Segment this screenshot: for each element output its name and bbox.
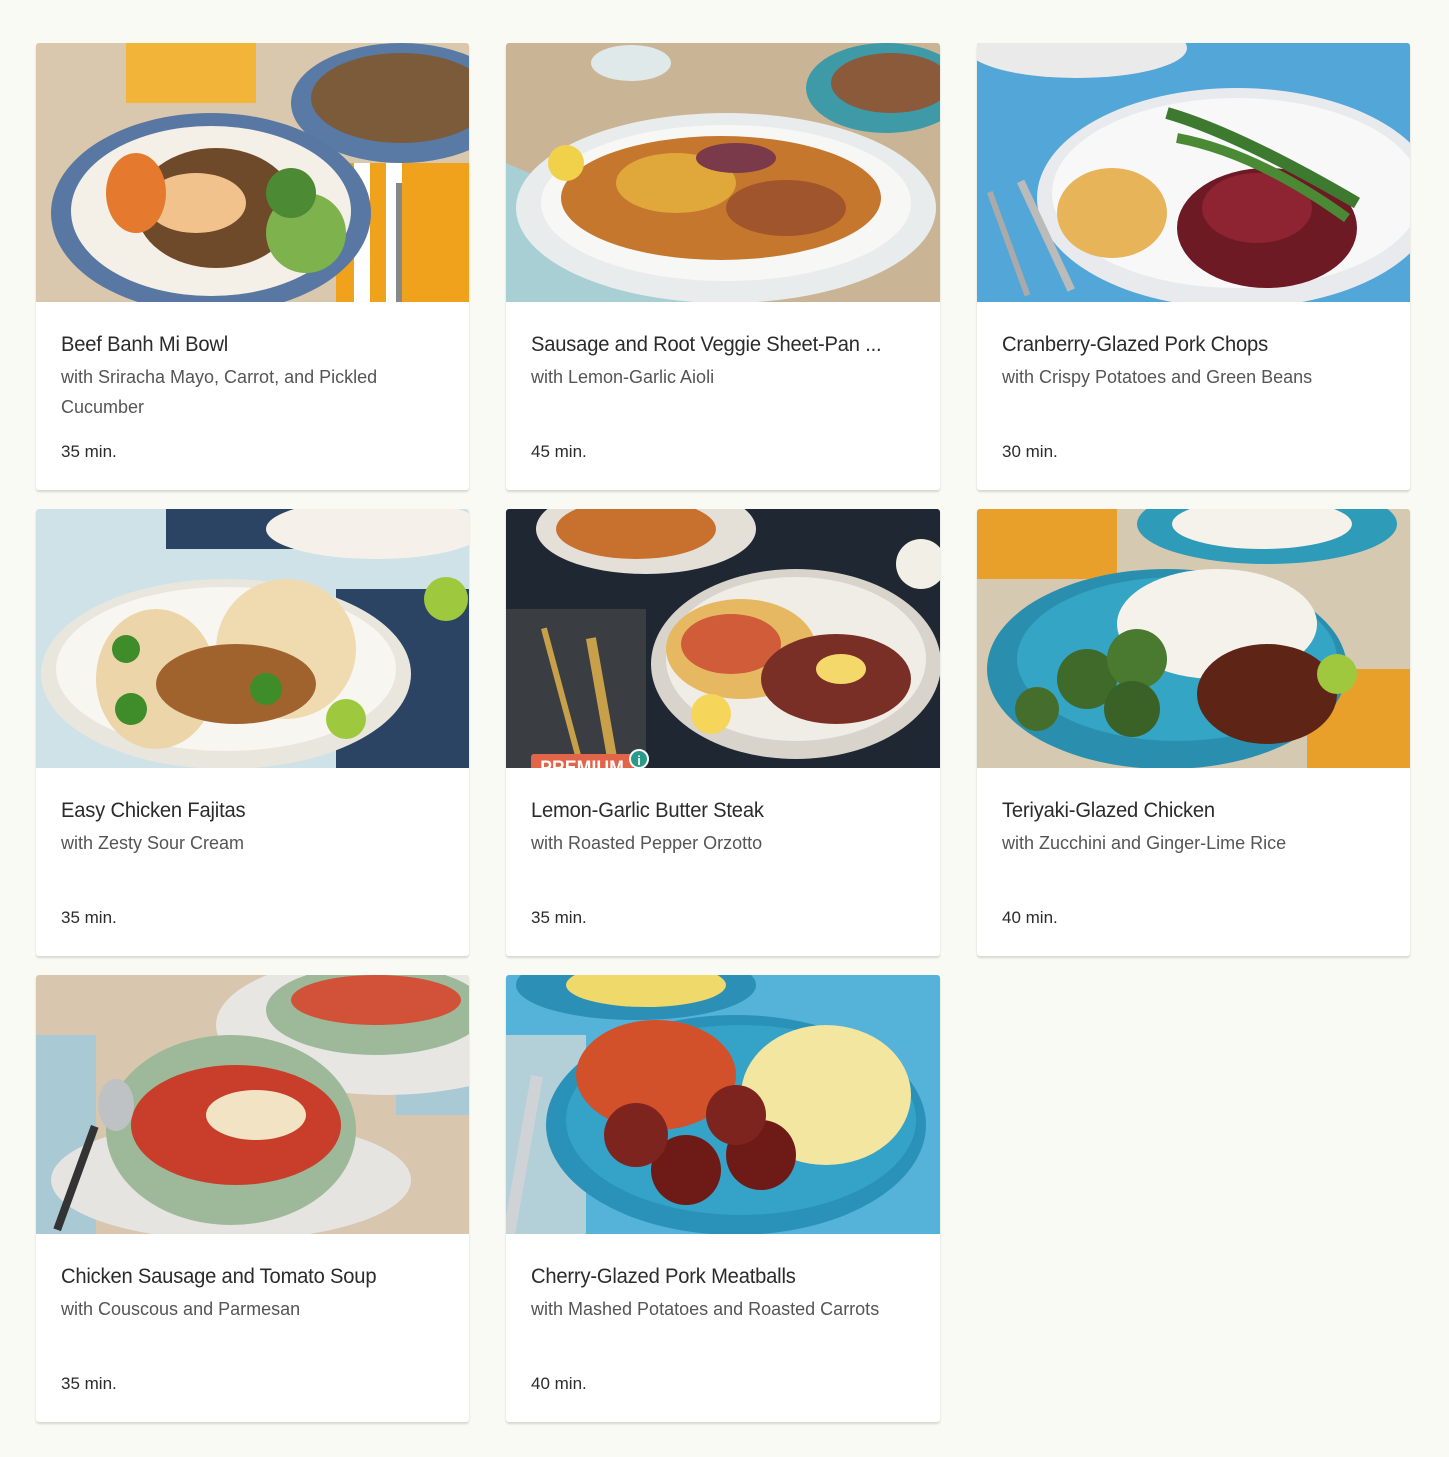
recipe-title[interactable]: Cranberry-Glazed Pork Chops [1002,330,1371,360]
recipe-title[interactable]: Sausage and Root Veggie Sheet-Pan ... [531,330,901,360]
recipe-title[interactable]: Lemon-Garlic Butter Steak [531,796,901,826]
recipe-time: 35 min. [61,1374,117,1393]
recipe-photo[interactable] [36,975,469,1234]
recipe-subtitle: with Crispy Potatoes and Green Beans [1002,367,1313,387]
recipe-time: 30 min. [1002,442,1058,461]
recipe-card[interactable]: Sausage and Root Veggie Sheet-Pan ... wi… [506,43,940,490]
recipe-title[interactable]: Easy Chicken Fajitas [61,796,430,826]
recipe-time: 40 min. [531,1374,587,1393]
recipe-time: 35 min. [61,442,117,461]
recipe-title[interactable]: Beef Banh Mi Bowl [61,330,430,360]
recipe-subtitle: with Zucchini and Ginger-Lime Rice [1002,833,1287,853]
recipe-photo[interactable] [977,509,1410,768]
recipe-subtitle: with Zesty Sour Cream [61,833,245,853]
recipe-card-body: Cherry-Glazed Pork Meatballs with Mashed… [506,1234,940,1422]
recipe-card[interactable]: Cherry-Glazed Pork Meatballs with Mashed… [506,975,940,1422]
recipe-title[interactable]: Chicken Sausage and Tomato Soup [61,1262,430,1292]
recipe-card-body: Cranberry-Glazed Pork Chops with Crispy … [977,302,1410,490]
info-icon[interactable]: i [629,749,649,768]
premium-badge: PREMIUM [531,754,634,768]
recipe-card[interactable]: Chicken Sausage and Tomato Soup with Cou… [36,975,469,1422]
recipe-photo[interactable] [36,509,469,768]
recipe-card-body: Lemon-Garlic Butter Steak with Roasted P… [506,768,940,956]
recipe-time: 35 min. [61,908,117,927]
recipe-card-body: Teriyaki-Glazed Chicken with Zucchini an… [977,768,1410,956]
recipe-card[interactable]: Beef Banh Mi Bowl with Sriracha Mayo, Ca… [36,43,469,490]
recipe-card[interactable]: Teriyaki-Glazed Chicken with Zucchini an… [977,509,1410,956]
recipe-card[interactable]: PREMIUM i Lemon-Garlic Butter Steak with… [506,509,940,956]
recipe-card-body: Sausage and Root Veggie Sheet-Pan ... wi… [506,302,940,490]
recipe-photo[interactable] [36,43,469,302]
recipe-photo[interactable] [977,43,1410,302]
recipe-card[interactable]: Cranberry-Glazed Pork Chops with Crispy … [977,43,1410,490]
recipe-subtitle: with Mashed Potatoes and Roasted Carrots [531,1299,880,1319]
recipe-card[interactable]: Easy Chicken Fajitas with Zesty Sour Cre… [36,509,469,956]
recipe-card-body: Chicken Sausage and Tomato Soup with Cou… [36,1234,469,1422]
recipe-time: 45 min. [531,442,587,461]
recipe-subtitle: with Roasted Pepper Orzotto [531,833,763,853]
recipe-grid: Beef Banh Mi Bowl with Sriracha Mayo, Ca… [36,43,1410,1422]
recipe-time: 35 min. [531,908,587,927]
recipe-subtitle: with Lemon-Garlic Aioli [531,367,715,387]
recipe-subtitle: with Couscous and Parmesan [61,1299,301,1319]
recipe-subtitle: with Sriracha Mayo, Carrot, and Pickled … [61,367,378,417]
recipe-card-body: Beef Banh Mi Bowl with Sriracha Mayo, Ca… [36,302,469,490]
recipe-photo[interactable] [506,975,940,1234]
recipe-title[interactable]: Teriyaki-Glazed Chicken [1002,796,1371,826]
recipe-photo[interactable] [506,43,940,302]
recipe-card-body: Easy Chicken Fajitas with Zesty Sour Cre… [36,768,469,956]
recipe-title[interactable]: Cherry-Glazed Pork Meatballs [531,1262,901,1292]
recipe-photo[interactable]: PREMIUM i [506,509,940,768]
recipe-time: 40 min. [1002,908,1058,927]
